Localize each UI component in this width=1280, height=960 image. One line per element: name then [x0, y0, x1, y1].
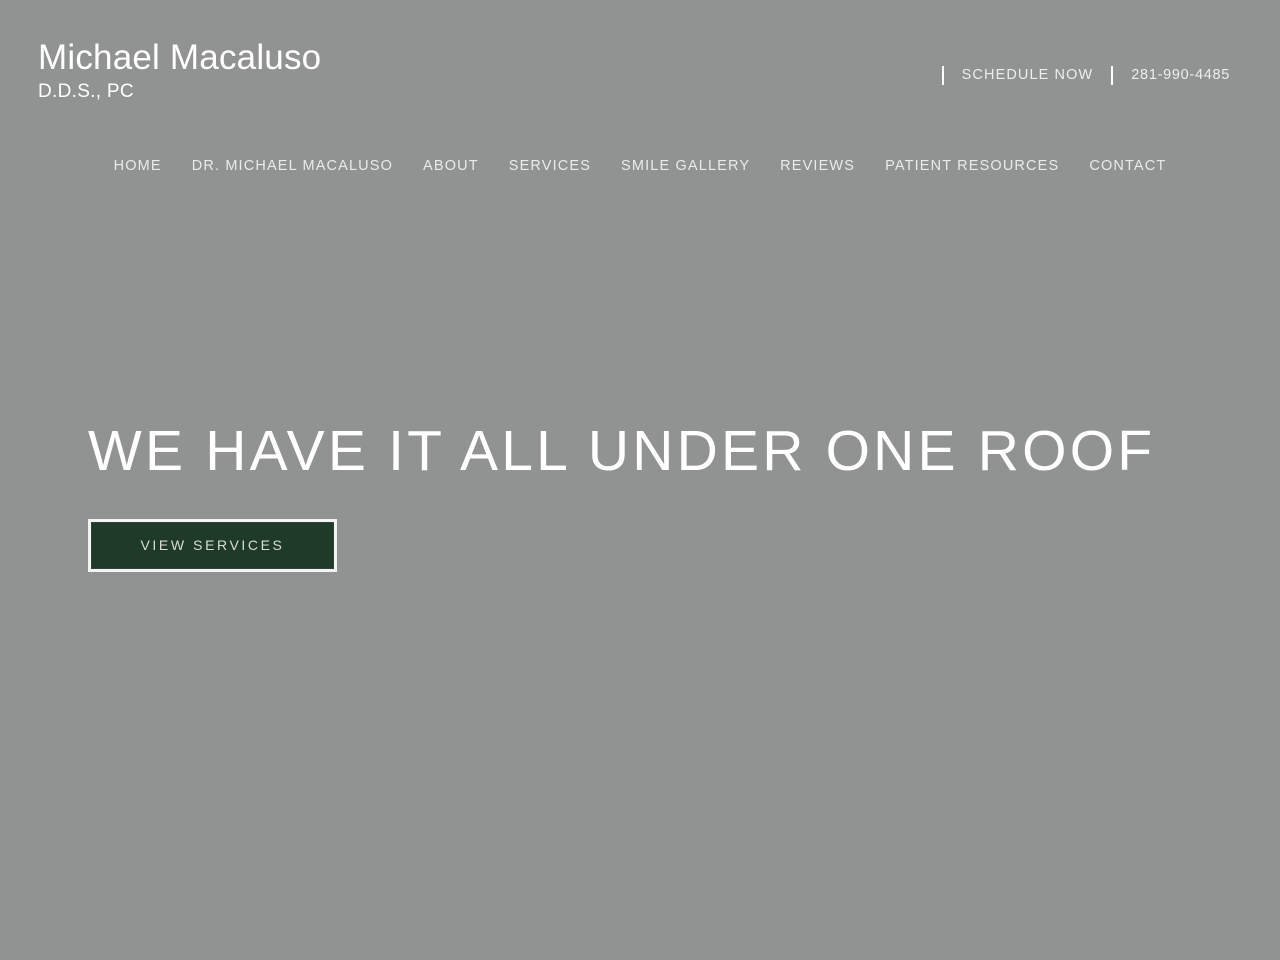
nav-item-contact: CONTACT — [1074, 159, 1181, 174]
phone-link[interactable]: 281-990-4485 — [1131, 68, 1230, 83]
main-navigation: HOME DR. MICHAEL MACALUSO ABOUT SERVICES… — [0, 152, 1280, 180]
brand-name: Michael Macaluso — [38, 38, 322, 77]
hero-cta-wrapper: VIEW SERVICES — [88, 518, 1198, 572]
hero-headline: WE HAVE IT ALL UNDER ONE ROOF — [88, 419, 1156, 483]
nav-item-about: ABOUT — [408, 159, 494, 174]
nav-link-home[interactable]: HOME — [99, 159, 177, 174]
nav-link-patient-resources[interactable]: PATIENT RESOURCES — [870, 159, 1074, 174]
hero-section: Michael Macaluso D.D.S., PC SCHEDULE NOW… — [0, 0, 1280, 960]
nav-item-smile-gallery: SMILE GALLERY — [606, 159, 765, 174]
brand-subtitle: D.D.S., PC — [38, 81, 134, 103]
utility-links: SCHEDULE NOW 281-990-4485 — [941, 62, 1230, 88]
hero-content: WE HAVE IT ALL UNDER ONE ROOF VIEW SERVI… — [88, 419, 1198, 572]
site-logo[interactable]: Michael Macaluso D.D.S., PC — [38, 38, 321, 101]
nav-item-home: HOME — [99, 159, 177, 174]
nav-list: HOME DR. MICHAEL MACALUSO ABOUT SERVICES… — [99, 159, 1182, 174]
nav-item-dr-michael-macaluso: DR. MICHAEL MACALUSO — [177, 159, 408, 174]
nav-link-contact[interactable]: CONTACT — [1074, 159, 1181, 174]
nav-link-smile-gallery[interactable]: SMILE GALLERY — [606, 159, 765, 174]
nav-link-reviews[interactable]: REVIEWS — [765, 159, 870, 174]
view-services-button[interactable]: VIEW SERVICES — [88, 518, 337, 572]
nav-item-reviews: REVIEWS — [765, 159, 870, 174]
nav-link-dr-michael-macaluso[interactable]: DR. MICHAEL MACALUSO — [177, 159, 408, 174]
schedule-now-link[interactable]: SCHEDULE NOW — [962, 68, 1094, 83]
separator-bar-icon — [1111, 65, 1114, 85]
nav-item-services: SERVICES — [494, 159, 606, 174]
nav-link-services[interactable]: SERVICES — [494, 159, 606, 174]
separator-bar-icon — [941, 65, 944, 85]
site-header: Michael Macaluso D.D.S., PC SCHEDULE NOW… — [0, 0, 1280, 130]
nav-link-about[interactable]: ABOUT — [408, 159, 494, 174]
nav-item-patient-resources: PATIENT RESOURCES — [870, 159, 1074, 174]
